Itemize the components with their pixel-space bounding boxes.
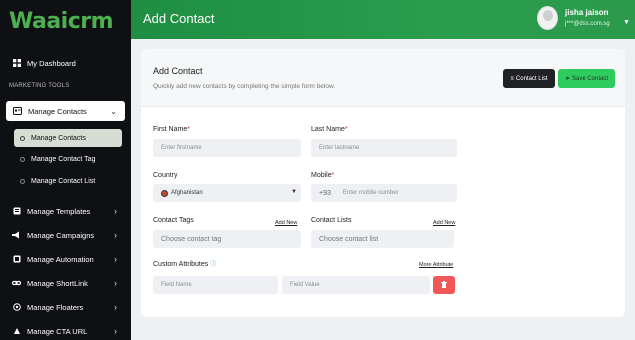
sidebar-subitem-manage-contacts[interactable]: Manage Contacts [14,129,122,147]
chevron-right-icon: › [114,254,117,264]
add-new-list-link[interactable]: Add New [433,220,455,226]
sidebar-item-label: Manage Templates [27,206,91,216]
more-attribute-link[interactable]: More Attribute [419,262,453,268]
add-contact-card: Add Contact Quickly add new contacts by … [141,49,625,317]
contact-list-select[interactable]: Choose contact list [311,230,454,248]
sidebar-item-campaigns[interactable]: Manage Campaigns › [0,224,131,246]
save-contact-button[interactable]: ➤ Save Contact [558,69,615,88]
bullet-icon [20,156,25,162]
save-contact-button-label: Save Contact [572,75,609,82]
last-name-label: Last Name* [311,126,348,133]
add-new-tag-link[interactable]: Add New [275,220,297,226]
first-name-input[interactable]: Enter firstname [153,139,301,157]
mobile-placeholder: Enter mobile number [342,190,399,196]
field-value-input[interactable]: Field Value [282,276,430,294]
field-name-input[interactable]: Field Name [153,276,278,294]
first-name-label: First Name* [153,126,190,133]
country-value: Afghanistan [171,190,203,196]
mobile-label: Mobile* [311,172,334,179]
sidebar-group-label: Manage Contacts [28,106,87,116]
sidebar-subitem-label: Manage Contact List [31,177,96,185]
sidebar-item-label: Manage Automation [27,254,94,264]
user-email: j***@dss.com.sg [565,21,610,27]
sidebar-subitem-contact-list[interactable]: Manage Contact List [14,172,95,190]
user-name[interactable]: jisha jaison [565,8,609,17]
first-name-label-text: First Name [153,126,188,133]
whatsapp-icon [12,303,21,312]
last-name-label-text: Last Name [311,126,345,133]
country-label: Country [153,172,178,179]
chevron-right-icon: › [114,278,117,288]
sidebar-item-label: Manage Floaters [27,302,84,312]
chevron-right-icon: › [114,302,117,312]
cta-icon [12,327,21,336]
contact-tags-label: Contact Tags [153,217,194,224]
link-icon [12,279,21,288]
sidebar-item-label: My Dashboard [27,58,76,68]
custom-attributes-label-text: Custom Attributes [153,261,209,268]
card-title: Add Contact [153,66,203,76]
send-icon: ➤ [564,76,570,82]
sidebar-subitem-label: Manage Contacts [31,134,86,142]
caret-down-icon[interactable]: ▼ [623,19,630,26]
trash-icon [441,280,447,290]
dashboard-icon [12,59,21,68]
sidebar-group-manage-contacts[interactable]: Manage Contacts ⌄ [6,101,125,121]
page-title: Add Contact [143,11,215,26]
mobile-label-text: Mobile [311,172,332,179]
app-logo[interactable]: Waaicrm [9,9,114,34]
bullet-icon [20,135,25,141]
contact-lists-label: Contact Lists [311,217,352,224]
sidebar-item-label: Manage CTA URL [27,326,88,336]
sidebar-item-label: Manage Campaigns [27,230,95,240]
sidebar-item-dashboard[interactable]: My Dashboard [0,52,131,74]
sidebar-item-automation[interactable]: Manage Automation › [0,248,131,270]
automation-icon [12,255,21,264]
sidebar-item-label: Manage ShortLink [27,278,88,288]
contact-list-button-label: Contact List [515,75,548,82]
contact-list-button[interactable]: ≡ Contact List [503,69,555,88]
sidebar-item-floaters[interactable]: Manage Floaters › [0,296,131,318]
card-header: Add Contact Quickly add new contacts by … [141,49,625,107]
required-asterisk: * [344,126,348,133]
sidebar-subitem-contact-tag[interactable]: Manage Contact Tag [14,150,95,168]
afghanistan-flag-icon [161,189,168,197]
sidebar-section-title: MARKETING TOOLS [9,83,70,89]
chevron-right-icon: › [114,326,117,336]
card-subtitle: Quickly add new contacts by completing t… [153,83,336,90]
avatar[interactable] [537,6,558,30]
custom-attributes-label: Custom Attributes ⓘ [153,259,216,268]
bullet-icon [20,178,25,184]
chevron-down-icon: ⌄ [110,106,117,116]
chevron-right-icon: › [114,230,117,240]
sidebar: Waaicrm My Dashboard MARKETING TOOLS Man… [0,0,131,340]
top-header: Add Contact jisha jaison j***@dss.com.sg… [131,0,635,39]
chevron-right-icon: › [114,206,117,216]
sidebar-item-cta-url[interactable]: Manage CTA URL › [0,320,131,340]
info-icon[interactable]: ⓘ [210,262,216,268]
country-select[interactable]: Afghanistan ▼ [153,184,301,202]
last-name-input[interactable]: Enter lastname [311,139,457,157]
megaphone-icon [12,231,21,240]
caret-down-icon: ▼ [291,189,297,195]
contact-tag-select[interactable]: Choose contact tag [153,230,301,248]
template-icon [12,207,21,216]
list-icon: ≡ [510,75,514,82]
sidebar-item-shortlink[interactable]: Manage ShortLink › [0,272,131,294]
sidebar-item-templates[interactable]: Manage Templates › [0,200,131,222]
contacts-icon [13,107,22,116]
required-asterisk: * [187,126,190,133]
mobile-country-code[interactable]: +93 [319,190,331,197]
delete-attribute-button[interactable] [433,276,455,294]
mobile-input[interactable]: +93 Enter mobile number [311,184,457,202]
required-asterisk: * [331,172,335,179]
sidebar-subitem-label: Manage Contact Tag [31,155,96,163]
